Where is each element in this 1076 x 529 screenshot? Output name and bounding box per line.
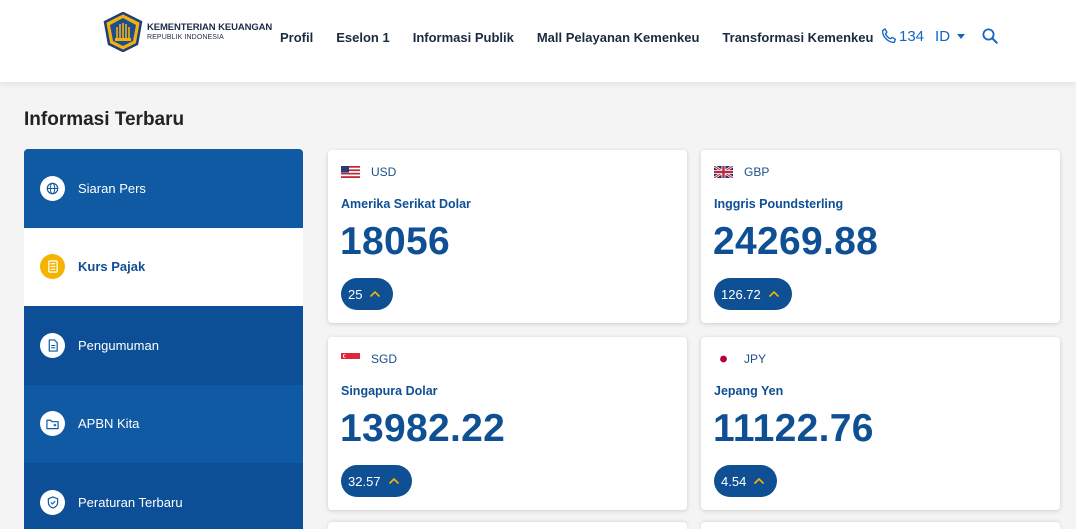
chevron-up-icon bbox=[754, 477, 765, 485]
sidebar-item-kurs-pajak[interactable]: Kurs Pajak bbox=[24, 227, 303, 306]
phone-icon bbox=[881, 28, 897, 44]
sidebar-item-label: Siaran Pers bbox=[78, 180, 146, 196]
exchange-rate-value: 11122.76 bbox=[713, 407, 874, 450]
folder-icon bbox=[40, 411, 65, 437]
exchange-rate-value: 24269.88 bbox=[713, 220, 879, 263]
language-label: ID bbox=[935, 27, 951, 45]
rate-card-usd[interactable]: USD Amerika Serikat Dolar 18056 25 bbox=[328, 150, 687, 323]
logo-subtitle: REPUBLIK INDONESIA bbox=[147, 34, 224, 42]
language-selector[interactable]: ID bbox=[935, 27, 966, 45]
rate-change-value: 4.54 bbox=[721, 473, 747, 489]
site-header: KEMENTERIAN KEUANGAN REPUBLIK INDONESIA … bbox=[0, 0, 1076, 82]
us-flag-icon bbox=[341, 166, 360, 178]
chevron-up-icon bbox=[370, 290, 381, 298]
shield-icon bbox=[40, 489, 65, 515]
rate-card-sgd[interactable]: SGD Singapura Dolar 13982.22 32.57 bbox=[328, 337, 687, 510]
sidebar-item-peraturan-terbaru[interactable]: Peraturan Terbaru bbox=[24, 463, 303, 529]
sidebar-item-apbn-kita[interactable]: APBN Kita bbox=[24, 384, 303, 463]
nav-mall-pelayanan[interactable]: Mall Pelayanan Kemenkeu bbox=[537, 30, 700, 45]
nav-informasi-publik[interactable]: Informasi Publik bbox=[413, 30, 514, 45]
nav-profil[interactable]: Profil bbox=[280, 30, 313, 45]
search-icon bbox=[982, 28, 998, 44]
chevron-up-icon bbox=[768, 290, 779, 298]
currency-name: Inggris Poundsterling bbox=[714, 197, 844, 211]
rate-card-gbp[interactable]: GBP Inggris Poundsterling 24269.88 126.7… bbox=[701, 150, 1060, 323]
rate-card-partial bbox=[328, 522, 687, 529]
rate-change-badge[interactable]: 32.57 bbox=[341, 465, 412, 497]
rate-card-partial bbox=[701, 522, 1060, 529]
info-sidebar: Siaran Pers Kurs Pajak Pengumuman APBN K… bbox=[24, 149, 303, 529]
sidebar-item-label: Peraturan Terbaru bbox=[78, 494, 183, 510]
section-title: Informasi Terbaru bbox=[24, 109, 185, 130]
currency-code: GBP bbox=[744, 165, 770, 179]
header-tools: 134 ID bbox=[880, 27, 999, 45]
currency-code-row: GBP bbox=[714, 165, 769, 179]
currency-code: SGD bbox=[371, 352, 398, 366]
sidebar-item-label: APBN Kita bbox=[78, 416, 140, 432]
nav-eselon-1[interactable]: Eselon 1 bbox=[336, 30, 389, 45]
rate-change-badge[interactable]: 25 bbox=[341, 278, 394, 310]
document-icon bbox=[40, 332, 65, 358]
phone-number: 134 bbox=[899, 27, 925, 45]
caret-down-icon bbox=[957, 33, 966, 39]
sidebar-item-siaran-pers[interactable]: Siaran Pers bbox=[24, 149, 303, 228]
globe-icon bbox=[40, 175, 65, 201]
calculator-icon bbox=[40, 254, 65, 280]
phone-contact[interactable]: 134 bbox=[880, 27, 924, 45]
rate-change-value: 126.72 bbox=[721, 286, 761, 302]
exchange-rate-value: 18056 bbox=[340, 220, 450, 263]
currency-code: USD bbox=[371, 165, 397, 179]
currency-code-row: SGD bbox=[341, 352, 397, 366]
exchange-rate-value: 13982.22 bbox=[340, 407, 506, 450]
currency-name: Singapura Dolar bbox=[341, 384, 438, 398]
gb-flag-icon bbox=[714, 166, 733, 178]
rate-card-jpy[interactable]: JPY Jepang Yen 11122.76 4.54 bbox=[701, 337, 1060, 510]
sg-flag-icon bbox=[341, 353, 360, 365]
currency-name: Amerika Serikat Dolar bbox=[341, 197, 471, 211]
chevron-up-icon bbox=[388, 477, 399, 485]
logo-title: KEMENTERIAN KEUANGAN bbox=[147, 21, 273, 33]
rate-change-badge[interactable]: 4.54 bbox=[714, 465, 778, 497]
kemenkeu-emblem-icon bbox=[103, 12, 143, 52]
nav-transformasi[interactable]: Transformasi Kemenkeu bbox=[722, 30, 873, 45]
search-button[interactable] bbox=[981, 27, 999, 45]
kemenkeu-logo[interactable]: KEMENTERIAN KEUANGAN REPUBLIK INDONESIA bbox=[103, 12, 272, 52]
currency-code-row: USD bbox=[341, 165, 396, 179]
rate-change-badge[interactable]: 126.72 bbox=[714, 278, 792, 310]
sidebar-item-label: Pengumuman bbox=[78, 337, 159, 353]
currency-name: Jepang Yen bbox=[714, 384, 784, 398]
rate-change-value: 32.57 bbox=[348, 473, 381, 489]
currency-code: JPY bbox=[744, 352, 767, 366]
rate-change-value: 25 bbox=[348, 286, 363, 302]
sidebar-item-label: Kurs Pajak bbox=[78, 259, 146, 275]
sidebar-item-pengumuman[interactable]: Pengumuman bbox=[24, 306, 303, 385]
currency-code-row: JPY bbox=[714, 352, 766, 366]
jp-flag-icon bbox=[714, 353, 733, 365]
main-nav: Profil Eselon 1 Informasi Publik Mall Pe… bbox=[280, 30, 896, 45]
